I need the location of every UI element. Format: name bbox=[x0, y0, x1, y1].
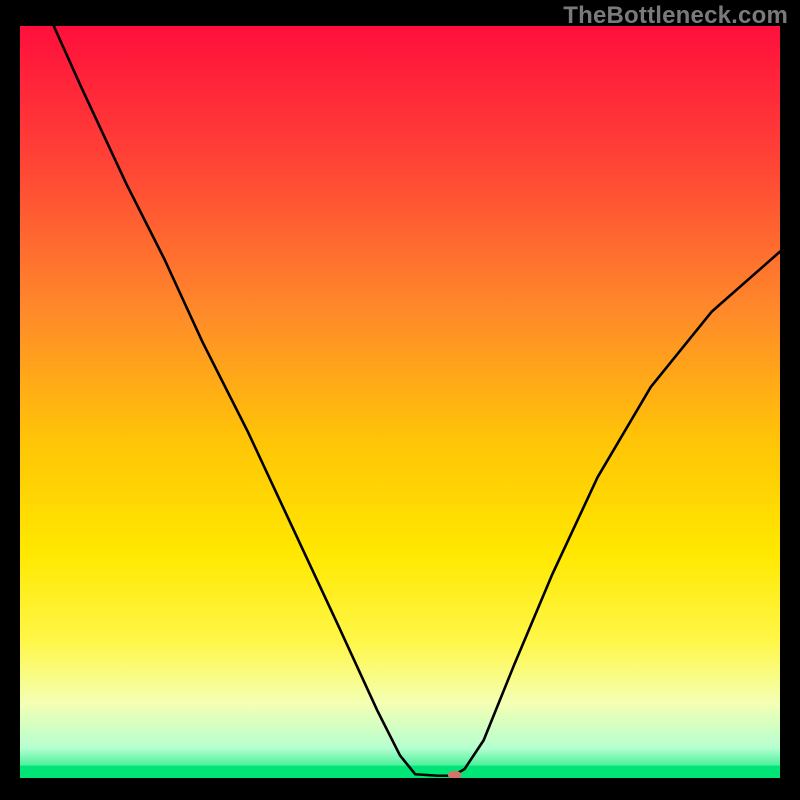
chart-background bbox=[20, 26, 780, 778]
chart-svg bbox=[20, 26, 780, 778]
plot-area bbox=[20, 26, 780, 778]
chart-container: TheBottleneck.com bbox=[0, 0, 800, 800]
